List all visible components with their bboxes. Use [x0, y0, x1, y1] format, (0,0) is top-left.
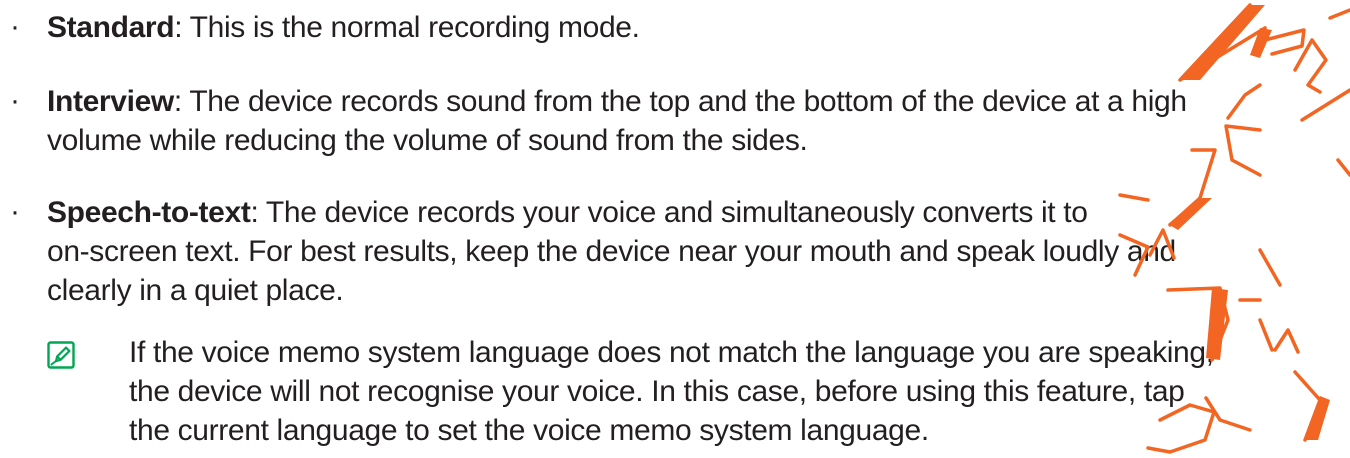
note-line: the current language to set the voice me… — [129, 414, 929, 447]
bullet-dot: · — [10, 10, 20, 43]
description-line: : The device records sound from the top … — [173, 85, 1187, 118]
bullet-text: Speech-to-text: The device records your … — [47, 193, 1317, 310]
manual-page: · Standard: This is the normal recording… — [0, 0, 1350, 458]
bullet-dot: · — [10, 195, 20, 228]
note-line: If the voice memo system language does n… — [129, 336, 1214, 369]
note-line: the device will not recognise your voice… — [129, 375, 1185, 408]
note-text: If the voice memo system language does n… — [129, 333, 1214, 450]
note-pencil-icon — [47, 341, 75, 369]
description-line: clearly in a quiet place. — [47, 274, 344, 307]
description-line: volume while reducing the volume of soun… — [47, 124, 808, 157]
bullet-text: Standard: This is the normal recording m… — [47, 8, 1317, 47]
term-label: Standard — [47, 11, 175, 44]
bullet-text: Interview: The device records sound from… — [47, 82, 1317, 160]
bullet-dot: · — [10, 84, 20, 117]
description-line: on-screen text. For best results, keep t… — [47, 235, 1176, 268]
description-line: : The device records your voice and simu… — [250, 196, 1088, 229]
term-label: Interview — [47, 85, 174, 118]
term-label: Speech-to-text — [47, 196, 251, 229]
description-line: : This is the normal recording mode. — [174, 11, 640, 44]
